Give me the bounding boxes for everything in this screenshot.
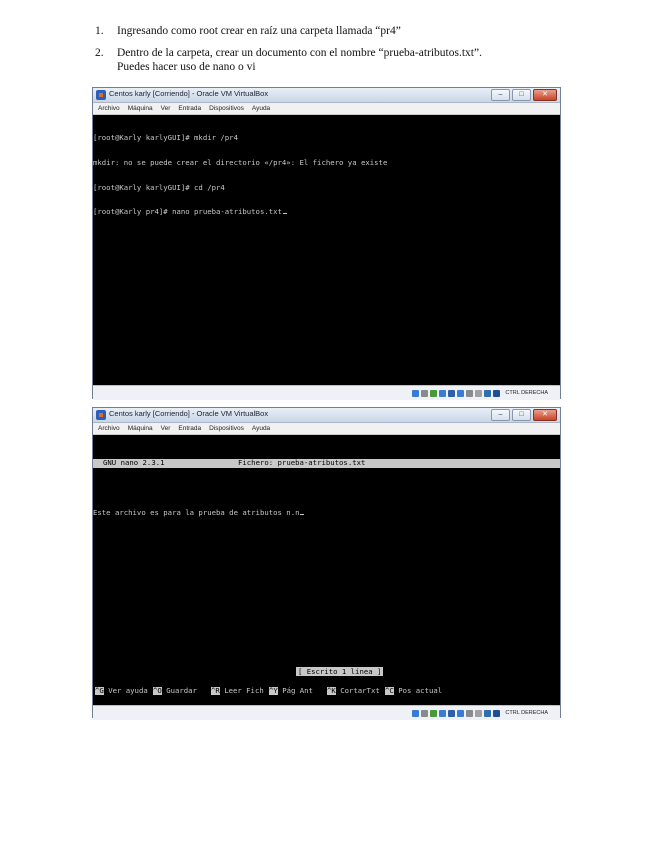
mouse-icon[interactable]	[484, 709, 492, 717]
menu-archivo[interactable]: Archivo	[98, 103, 120, 114]
nano-filename: Fichero: prueba-atributos.txt	[238, 458, 366, 468]
virtualbox-icon	[96, 410, 106, 420]
menu-dispositivos[interactable]: Dispositivos	[209, 103, 244, 114]
window-controls: – □ ✕	[491, 89, 557, 101]
display-icon[interactable]	[448, 389, 456, 397]
menu-dispositivos[interactable]: Dispositivos	[209, 423, 244, 434]
text-cursor	[300, 513, 305, 515]
nano-shortcut: ^Y Pág Ant	[269, 687, 327, 696]
nano-shortcut-label: Guardar	[161, 687, 197, 696]
window-controls: – □ ✕	[491, 409, 557, 421]
nano-shortcut-key: ^Y	[269, 687, 278, 696]
nano-header: GNU nano 2.3.1 Fichero: prueba-atributos.…	[93, 458, 560, 468]
nano-shortcut-label: Ver ayuda	[103, 687, 148, 696]
menu-maquina[interactable]: Máquina	[128, 423, 153, 434]
window-title: Centos karly [Corriendo] - Oracle VM Vir…	[109, 89, 269, 98]
info-icon[interactable]	[493, 709, 501, 717]
menu-archivo[interactable]: Archivo	[98, 423, 120, 434]
vm-status-bar: CTRL DERECHA	[93, 385, 560, 400]
step-number: 2.	[95, 47, 104, 59]
nano-shortcut-label: Pos actual	[393, 687, 443, 696]
nano-content-line[interactable]: Este archivo es para la prueba de atribu…	[93, 507, 560, 517]
nano-shortcut: ^O Guardar	[153, 687, 211, 696]
title-bar[interactable]: Centos karly [Corriendo] - Oracle VM Vir…	[93, 88, 560, 103]
nano-shortcut-key: ^O	[153, 687, 162, 696]
nano-shortcut-row: ^G Ver ayuda ^O Guardar ^R Leer Fich ^Y Pág…	[95, 687, 560, 696]
vm-status-bar: CTRL DERECHA	[93, 705, 560, 720]
recording-icon[interactable]	[475, 709, 483, 717]
minimize-button[interactable]: –	[491, 409, 510, 421]
nano-content-text: Este archivo es para la prueba de atribu…	[93, 507, 300, 517]
menu-bar: Archivo Máquina Ver Entrada Dispositivos…	[93, 423, 560, 435]
step-text: Dentro de la carpeta, crear un documento…	[117, 47, 482, 59]
step-text: Ingresando como root crear en raíz una c…	[117, 25, 401, 37]
audio-icon[interactable]	[466, 709, 474, 717]
cd-icon[interactable]	[421, 389, 429, 397]
menu-ver[interactable]: Ver	[161, 103, 171, 114]
shared-folder-icon[interactable]	[439, 709, 447, 717]
network-icon[interactable]	[457, 389, 465, 397]
nano-shortcut: ^K CortarTxt	[327, 687, 385, 696]
close-button[interactable]: ✕	[533, 89, 557, 101]
window-title: Centos karly [Corriendo] - Oracle VM Vir…	[109, 409, 269, 418]
menu-entrada[interactable]: Entrada	[178, 103, 201, 114]
maximize-button[interactable]: □	[512, 409, 531, 421]
nano-editor-screen[interactable]: GNU nano 2.3.1 Fichero: prueba-atributos.…	[93, 435, 560, 705]
nano-shortcut: ^R Leer Fich	[211, 687, 269, 696]
close-button[interactable]: ✕	[533, 409, 557, 421]
terminal-line: [root@Karly karlyGUI]# mkdir /pr4	[93, 133, 238, 143]
text-cursor	[282, 213, 287, 215]
terminal-line: [root@Karly karlyGUI]# cd /pr4	[93, 182, 225, 192]
title-bar[interactable]: Centos karly [Corriendo] - Oracle VM Vir…	[93, 408, 560, 423]
menu-entrada[interactable]: Entrada	[178, 423, 201, 434]
usb-icon[interactable]	[430, 709, 438, 717]
shared-folder-icon[interactable]	[439, 389, 447, 397]
host-key-label: CTRL DERECHA	[505, 710, 548, 716]
nano-shortcut-key: ^R	[211, 687, 220, 696]
terminal-prompt-line: [root@Karly pr4]# nano prueba-atributos.…	[93, 207, 282, 217]
nano-shortcuts: ^G Ver ayuda ^O Guardar ^R Leer Fich ^Y Pág…	[95, 671, 560, 705]
cd-icon[interactable]	[421, 709, 429, 717]
recording-icon[interactable]	[475, 389, 483, 397]
hdd-icon[interactable]	[412, 389, 420, 397]
virtualbox-window-terminal: Centos karly [Corriendo] - Oracle VM Vir…	[92, 87, 561, 400]
nano-shortcut-label: CortarTxt	[335, 687, 380, 696]
host-key-label: CTRL DERECHA	[505, 390, 548, 396]
mouse-icon[interactable]	[484, 389, 492, 397]
virtualbox-window-nano: Centos karly [Corriendo] - Oracle VM Vir…	[92, 407, 561, 720]
nano-shortcut-label: Leer Fich	[219, 687, 264, 696]
step-2: 2. Dentro de la carpeta, crear un docume…	[95, 46, 575, 74]
nano-shortcut-key: ^C	[385, 687, 394, 696]
audio-icon[interactable]	[466, 389, 474, 397]
menu-maquina[interactable]: Máquina	[128, 103, 153, 114]
usb-icon[interactable]	[430, 389, 438, 397]
menu-ver[interactable]: Ver	[161, 423, 171, 434]
terminal-screen[interactable]: [root@Karly karlyGUI]# mkdir /pr4 mkdir:…	[93, 115, 560, 385]
nano-shortcut-key: ^K	[327, 687, 336, 696]
step-1: 1. Ingresando como root crear en raíz un…	[95, 24, 575, 38]
menu-bar: Archivo Máquina Ver Entrada Dispositivos…	[93, 103, 560, 115]
nano-shortcut: ^G Ver ayuda	[95, 687, 153, 696]
display-icon[interactable]	[448, 709, 456, 717]
nano-version: GNU nano 2.3.1	[103, 458, 165, 468]
terminal-line: mkdir: no se puede crear el directorio «…	[93, 158, 388, 167]
instruction-list: 1. Ingresando como root crear en raíz un…	[95, 24, 575, 82]
virtualbox-icon	[96, 90, 106, 100]
step-number: 1.	[95, 25, 104, 37]
step-subtext: Puedes hacer uso de nano o vi	[117, 61, 256, 73]
nano-shortcut-label: Pág Ant	[277, 687, 313, 696]
hdd-icon[interactable]	[412, 709, 420, 717]
info-icon[interactable]	[493, 389, 501, 397]
network-icon[interactable]	[457, 709, 465, 717]
maximize-button[interactable]: □	[512, 89, 531, 101]
minimize-button[interactable]: –	[491, 89, 510, 101]
nano-shortcut: ^C Pos actual	[385, 687, 443, 696]
nano-shortcut-key: ^G	[95, 687, 104, 696]
menu-ayuda[interactable]: Ayuda	[252, 423, 270, 434]
terminal-line: [root@Karly pr4]# nano prueba-atributos.…	[93, 208, 560, 216]
menu-ayuda[interactable]: Ayuda	[252, 103, 270, 114]
